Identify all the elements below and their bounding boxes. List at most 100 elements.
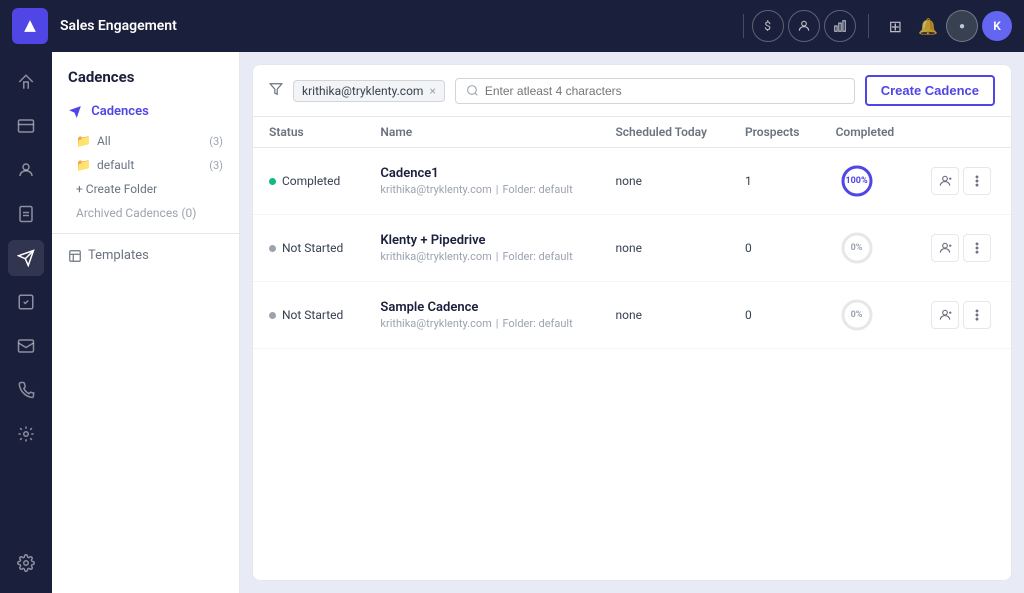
create-folder-btn[interactable]: + Create Folder — [52, 177, 239, 201]
search-input[interactable] — [485, 84, 844, 98]
row-actions — [931, 234, 995, 262]
avatar[interactable]: K — [982, 11, 1012, 41]
search-icon — [466, 84, 479, 97]
cell-prospects: 0 — [729, 215, 820, 282]
sidebar-icons — [0, 52, 52, 593]
cadence-name[interactable]: Cadence1 — [380, 166, 583, 181]
table-row: Completed Cadence1 krithika@tryklenty.co… — [253, 148, 1011, 215]
main-layout: Cadences Cadences 📁 All (3) 📁 default (3… — [0, 52, 1024, 593]
sidebar-phone-icon[interactable] — [8, 372, 44, 408]
main-content: krithika@tryklenty.com × Create Cadence … — [252, 64, 1012, 581]
sidebar-docs-icon[interactable] — [8, 196, 44, 232]
cell-scheduled: none — [599, 215, 728, 282]
cadence-sub: krithika@tryklenty.com|Folder: default — [380, 250, 583, 263]
folder-section: 📁 All (3) 📁 default (3) + Create Folder … — [52, 129, 239, 225]
all-folder-item[interactable]: 📁 All (3) — [52, 129, 239, 153]
folder-default-icon: 📁 — [76, 158, 91, 172]
table-header-row: Status Name Scheduled Today Prospects Co… — [253, 117, 1011, 148]
cadence-name[interactable]: Klenty + Pipedrive — [380, 233, 583, 248]
sidebar-inbox-icon[interactable] — [8, 108, 44, 144]
left-panel: Cadences Cadences 📁 All (3) 📁 default (3… — [52, 52, 240, 593]
cell-actions — [915, 215, 1011, 282]
cell-name: Sample Cadence krithika@tryklenty.com|Fo… — [364, 282, 599, 349]
default-folder-item[interactable]: 📁 default (3) — [52, 153, 239, 177]
all-folder-label: All — [97, 134, 111, 148]
archived-count: (0) — [181, 206, 196, 220]
table-row: Not Started Klenty + Pipedrive krithika@… — [253, 215, 1011, 282]
cell-completed: 0% — [820, 215, 915, 282]
user-icon-btn[interactable] — [788, 10, 820, 42]
table-row: Not Started Sample Cadence krithika@tryk… — [253, 282, 1011, 349]
app-title: Sales Engagement — [60, 18, 177, 34]
cell-prospects: 0 — [729, 282, 820, 349]
filter-tag: krithika@tryklenty.com × — [293, 80, 445, 102]
cadence-sub: krithika@tryklenty.com|Folder: default — [380, 183, 583, 196]
status-dot — [269, 178, 276, 185]
progress-circle: 100% — [836, 160, 878, 202]
sidebar-tasks-icon[interactable] — [8, 284, 44, 320]
sidebar-contacts-icon[interactable] — [8, 152, 44, 188]
cell-completed: 0% — [820, 282, 915, 349]
cell-status: Not Started — [253, 215, 364, 282]
add-prospect-button[interactable] — [931, 301, 959, 329]
sidebar-integrations-icon[interactable] — [8, 416, 44, 452]
filter-tag-label: krithika@tryklenty.com — [302, 84, 423, 98]
logo[interactable] — [12, 8, 48, 44]
progress-label: 100% — [845, 176, 867, 186]
sidebar-settings-icon[interactable] — [8, 545, 44, 581]
nav-divider-2 — [868, 14, 869, 38]
top-nav: Sales Engagement $ ⊞ 🔔 ● K — [0, 0, 1024, 52]
sidebar-home-icon[interactable] — [8, 64, 44, 100]
more-options-button[interactable] — [963, 301, 991, 329]
cell-status: Completed — [253, 148, 364, 215]
content-toolbar: krithika@tryklenty.com × Create Cadence — [253, 65, 1011, 117]
bell-icon[interactable]: 🔔 — [914, 13, 942, 40]
cell-actions — [915, 282, 1011, 349]
filter-tag-close-icon[interactable]: × — [429, 84, 435, 98]
cell-scheduled: none — [599, 148, 728, 215]
add-prospect-button[interactable] — [931, 234, 959, 262]
cell-name: Klenty + Pipedrive krithika@tryklenty.co… — [364, 215, 599, 282]
progress-label: 0% — [851, 310, 863, 320]
grid-icon[interactable]: ⊞ — [881, 13, 910, 40]
col-name: Name — [364, 117, 599, 148]
col-prospects: Prospects — [729, 117, 820, 148]
notification-dot-icon[interactable]: ● — [946, 10, 978, 42]
default-folder-label: default — [97, 158, 134, 172]
nav-divider — [743, 14, 744, 38]
more-options-button[interactable] — [963, 234, 991, 262]
cadences-nav-label: Cadences — [91, 104, 149, 119]
row-actions — [931, 301, 995, 329]
col-status: Status — [253, 117, 364, 148]
filter-icon — [269, 82, 283, 100]
search-box — [455, 78, 855, 104]
cell-completed: 100% — [820, 148, 915, 215]
dollar-icon-btn[interactable]: $ — [752, 10, 784, 42]
progress-label: 0% — [851, 243, 863, 253]
create-folder-label: + Create Folder — [76, 182, 157, 196]
cadences-nav-item[interactable]: Cadences — [52, 98, 239, 125]
sidebar-cadence-icon[interactable] — [8, 240, 44, 276]
progress-circle: 0% — [836, 227, 878, 269]
chart-icon-btn[interactable] — [824, 10, 856, 42]
cell-name: Cadence1 krithika@tryklenty.com|Folder: … — [364, 148, 599, 215]
cell-scheduled: none — [599, 282, 728, 349]
archived-cadences-item[interactable]: Archived Cadences (0) — [52, 201, 239, 225]
archived-label: Archived Cadences — [76, 206, 178, 220]
more-options-button[interactable] — [963, 167, 991, 195]
sidebar-email-icon[interactable] — [8, 328, 44, 364]
panel-title: Cadences — [52, 68, 239, 98]
create-cadence-button[interactable]: Create Cadence — [865, 75, 995, 106]
all-folder-count: (3) — [209, 135, 223, 148]
panel-divider — [52, 233, 239, 234]
col-completed: Completed — [820, 117, 915, 148]
templates-nav-item[interactable]: Templates — [52, 242, 239, 269]
cadence-name[interactable]: Sample Cadence — [380, 300, 583, 315]
status-dot — [269, 312, 276, 319]
default-folder-count: (3) — [209, 159, 223, 172]
folder-all-icon: 📁 — [76, 134, 91, 148]
cell-status: Not Started — [253, 282, 364, 349]
row-actions — [931, 167, 995, 195]
nav-icons: $ ⊞ 🔔 ● K — [752, 10, 1012, 42]
add-prospect-button[interactable] — [931, 167, 959, 195]
